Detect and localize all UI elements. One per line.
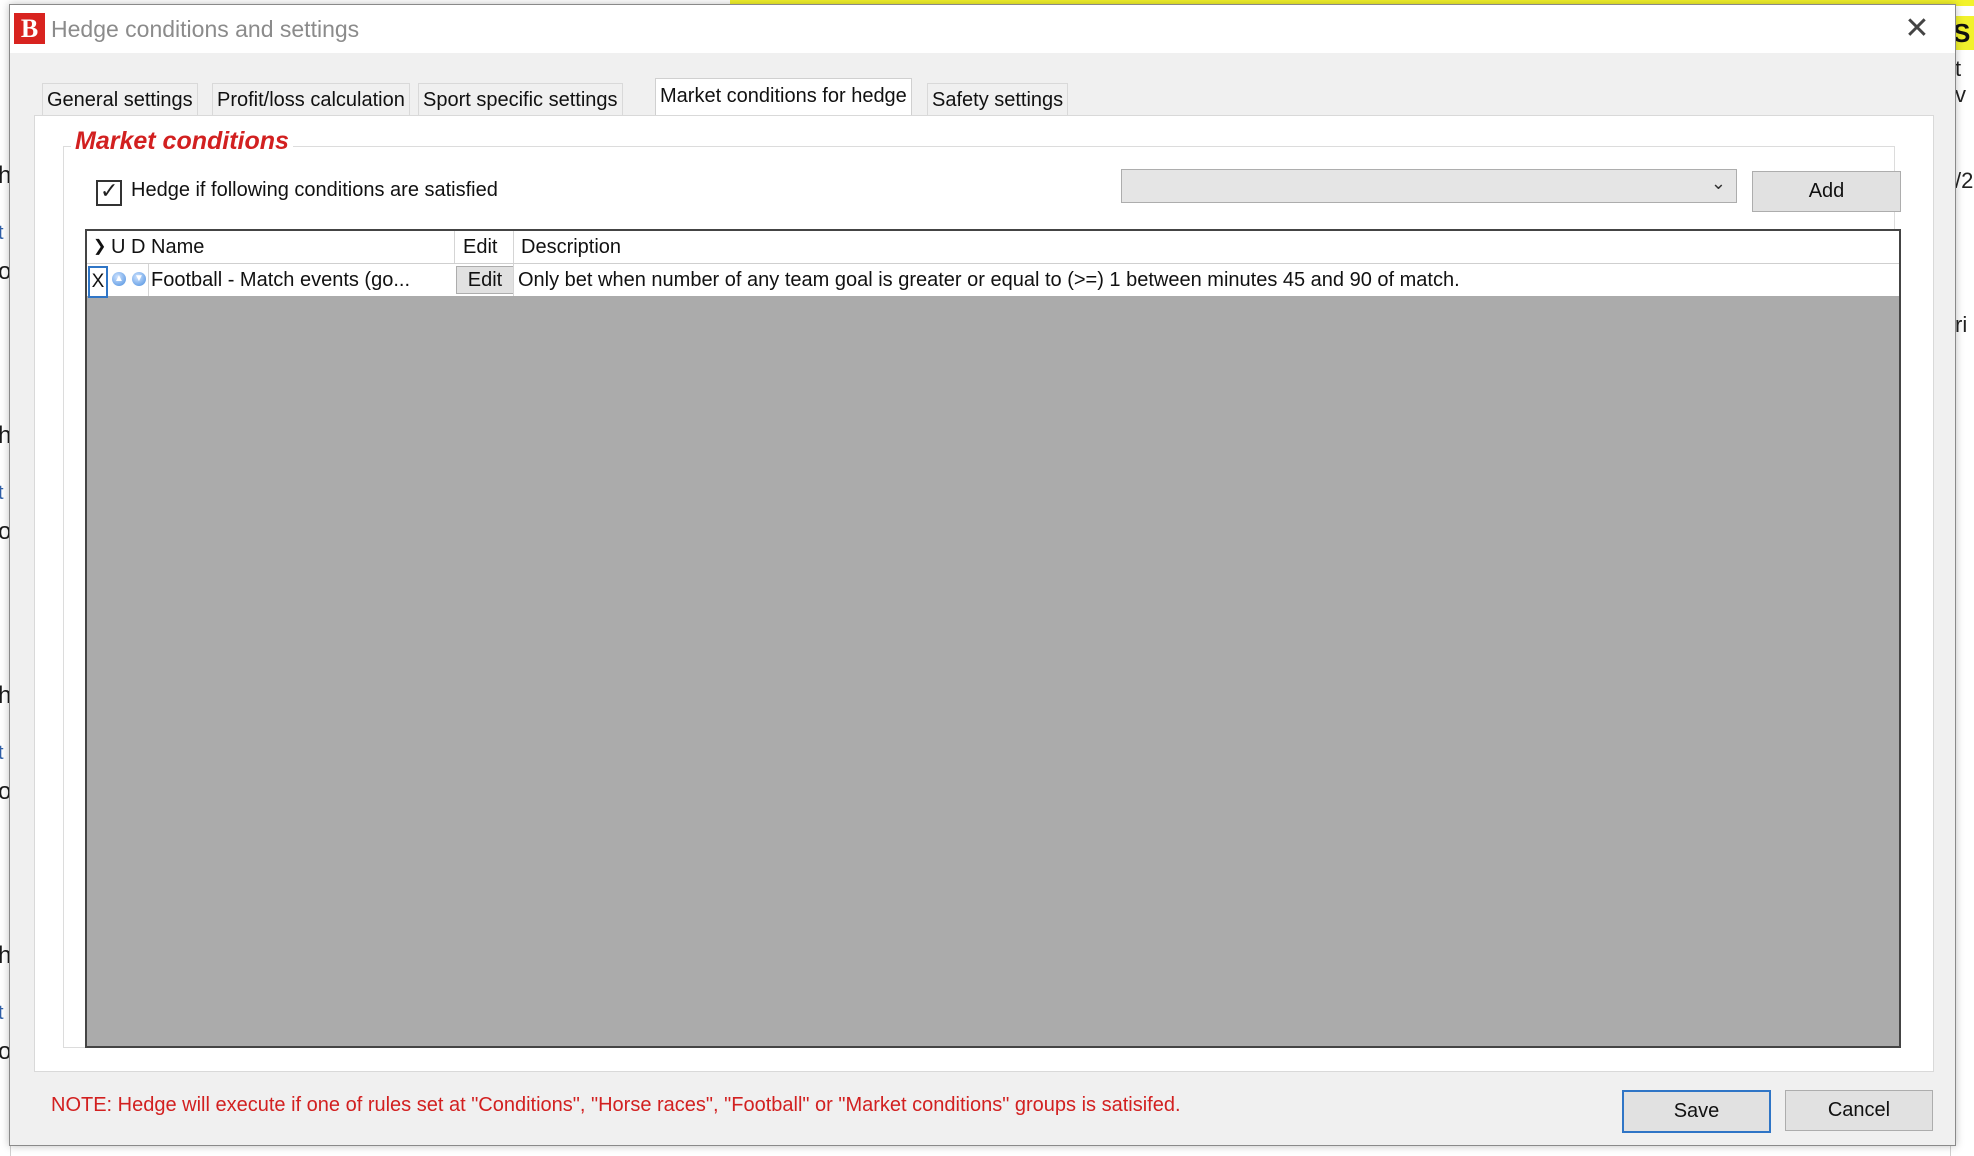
background-text: t [0,1002,4,1024]
hedge-conditions-label: Hedge if following conditions are satisf… [131,179,498,201]
tab-safety-settings[interactable]: Safety settings [927,83,1069,116]
hedge-note: NOTE: Hedge will execute if one of rules… [51,1094,1181,1116]
title-bar[interactable]: B Hedge conditions and settings ✕ [10,5,1955,53]
save-button[interactable]: Save [1622,1090,1771,1133]
background-text: /2 [1955,168,1974,193]
delete-row-cell[interactable]: X [88,266,108,298]
checkmark-icon: ✓ [100,178,119,203]
conditions-grid: ❯ U D Name Edit Description X ▲ ▼ Footba… [85,229,1901,1048]
chevron-down-icon: ⌄ [1710,173,1726,193]
tab-market-conditions-for-hedge[interactable]: Market conditions for hedge [655,78,912,117]
background-text: t [0,222,4,244]
background-text: t [0,742,4,764]
grid-header: ❯ U D Name Edit Description [87,231,1899,264]
column-divider [454,231,455,263]
background-text: ri [1955,312,1968,337]
column-divider [513,264,514,296]
condition-name-cell[interactable]: Football - Match events (go... [151,264,451,296]
add-condition-button[interactable]: Add [1752,171,1901,212]
description-column-header[interactable]: Description [521,231,1881,263]
close-icon[interactable]: ✕ [1899,11,1935,47]
window-title: Hedge conditions and settings [51,16,360,42]
app-logo-icon: B [14,13,45,44]
group-title: Market conditions [71,127,293,156]
background-app-tab: S [1953,16,1974,50]
column-divider [513,231,514,263]
hedge-settings-dialog: B Hedge conditions and settings ✕ Genera… [9,4,1956,1146]
move-down-icon[interactable]: ▼ [132,272,146,286]
hedge-conditions-checkbox[interactable]: ✓ [96,178,122,206]
down-column-header[interactable]: D [131,231,147,263]
up-column-header[interactable]: U [111,231,127,263]
background-text: t [0,482,4,504]
condition-type-dropdown[interactable]: ⌄ [1121,169,1737,203]
column-divider [148,264,149,296]
table-row[interactable]: X ▲ ▼ Football - Match events (go... Edi… [87,264,1899,298]
edit-condition-button[interactable]: Edit [456,266,514,294]
tab-general-settings[interactable]: General settings [42,83,198,116]
move-up-icon[interactable]: ▲ [112,272,126,286]
edit-column-header[interactable]: Edit [463,231,509,263]
expand-column-header[interactable]: ❯ [93,231,111,263]
condition-description-cell[interactable]: Only bet when number of any team goal is… [518,264,1888,296]
background-text: t v [1955,56,1966,107]
cancel-button[interactable]: Cancel [1785,1090,1933,1131]
tab-sport-specific-settings[interactable]: Sport specific settings [418,83,623,116]
tab-panel: Market conditions ✓ Hedge if following c… [34,115,1934,1072]
tab-profit-loss-calculation[interactable]: Profit/loss calculation [212,83,410,116]
name-column-header[interactable]: Name [151,231,441,263]
